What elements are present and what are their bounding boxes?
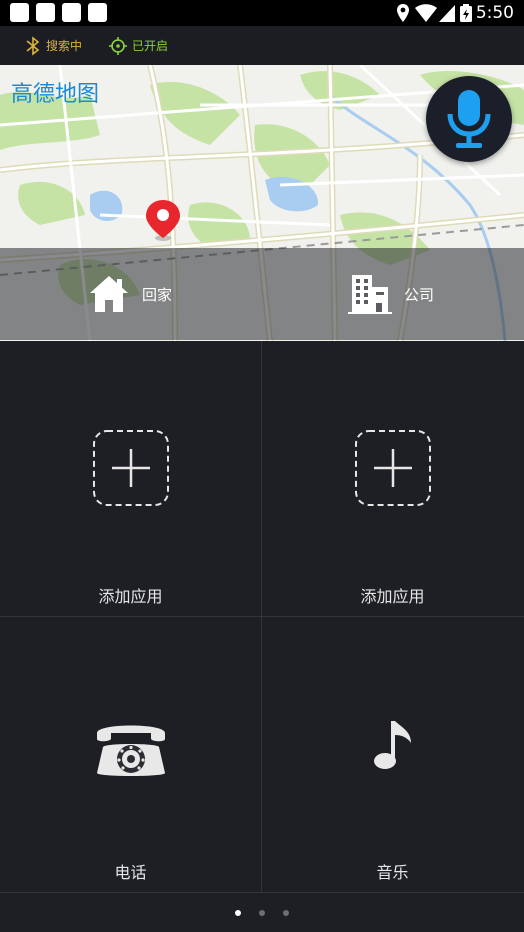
map-app-title[interactable]: 高德地图 (11, 76, 99, 108)
app-tile-label: 电话 (114, 863, 147, 882)
notification-icon (36, 3, 55, 22)
gps-target-icon (109, 36, 127, 55)
app-tile-add-1[interactable]: 添加应用 (0, 341, 261, 616)
add-app-icon (92, 430, 169, 506)
app-tile-label: 添加应用 (98, 587, 163, 606)
phone-icon (96, 725, 165, 776)
grid-divider (0, 892, 524, 893)
app-grid: 添加应用 添加应用 电话 音乐 (0, 341, 524, 893)
location-status[interactable]: 已开启 (108, 26, 168, 65)
bluetooth-status-label: 搜索中 (46, 39, 83, 53)
shortcut-home[interactable]: 回家 (88, 248, 172, 340)
bluetooth-icon (26, 35, 40, 56)
notification-icon (88, 3, 107, 22)
wifi-icon (415, 4, 437, 22)
location-status-label: 已开启 (132, 39, 169, 53)
location-icon (397, 4, 409, 22)
page-dot[interactable] (259, 910, 265, 916)
add-app-icon (354, 430, 431, 506)
map-pin-icon (146, 200, 180, 241)
signal-icon (439, 5, 455, 22)
shortcut-home-label: 回家 (142, 285, 173, 304)
notification-icon (10, 3, 29, 22)
grid-divider (0, 616, 524, 617)
shortcut-company-label: 公司 (404, 285, 435, 304)
status-bar: 5:50 (0, 0, 524, 26)
map-shortcuts-bar: 回家 公司 (0, 248, 524, 340)
microphone-icon (447, 90, 491, 148)
app-tile-label: 添加应用 (360, 587, 425, 606)
grid-divider (261, 341, 262, 893)
app-tile-label: 音乐 (376, 863, 409, 882)
page-indicator (0, 903, 524, 923)
app-tile-add-2[interactable]: 添加应用 (262, 341, 523, 616)
app-tile-phone[interactable]: 电话 (0, 617, 261, 892)
status-time: 5:50 (475, 3, 514, 23)
shortcut-company[interactable]: 公司 (348, 248, 434, 340)
page-dot[interactable] (283, 910, 289, 916)
launcher-screen: { "status_bar": { "time": "5:50", "icons… (0, 0, 524, 932)
music-note-icon (373, 721, 411, 769)
home-icon (90, 276, 128, 312)
connection-strip: 搜索中 已开启 (0, 26, 524, 65)
battery-icon (460, 4, 472, 22)
notification-icon (62, 3, 81, 22)
bluetooth-status[interactable]: 搜索中 (24, 26, 82, 65)
page-dot-active[interactable] (235, 910, 241, 916)
app-tile-music[interactable]: 音乐 (262, 617, 523, 892)
building-icon (348, 275, 392, 314)
voice-input-button[interactable] (426, 76, 512, 162)
